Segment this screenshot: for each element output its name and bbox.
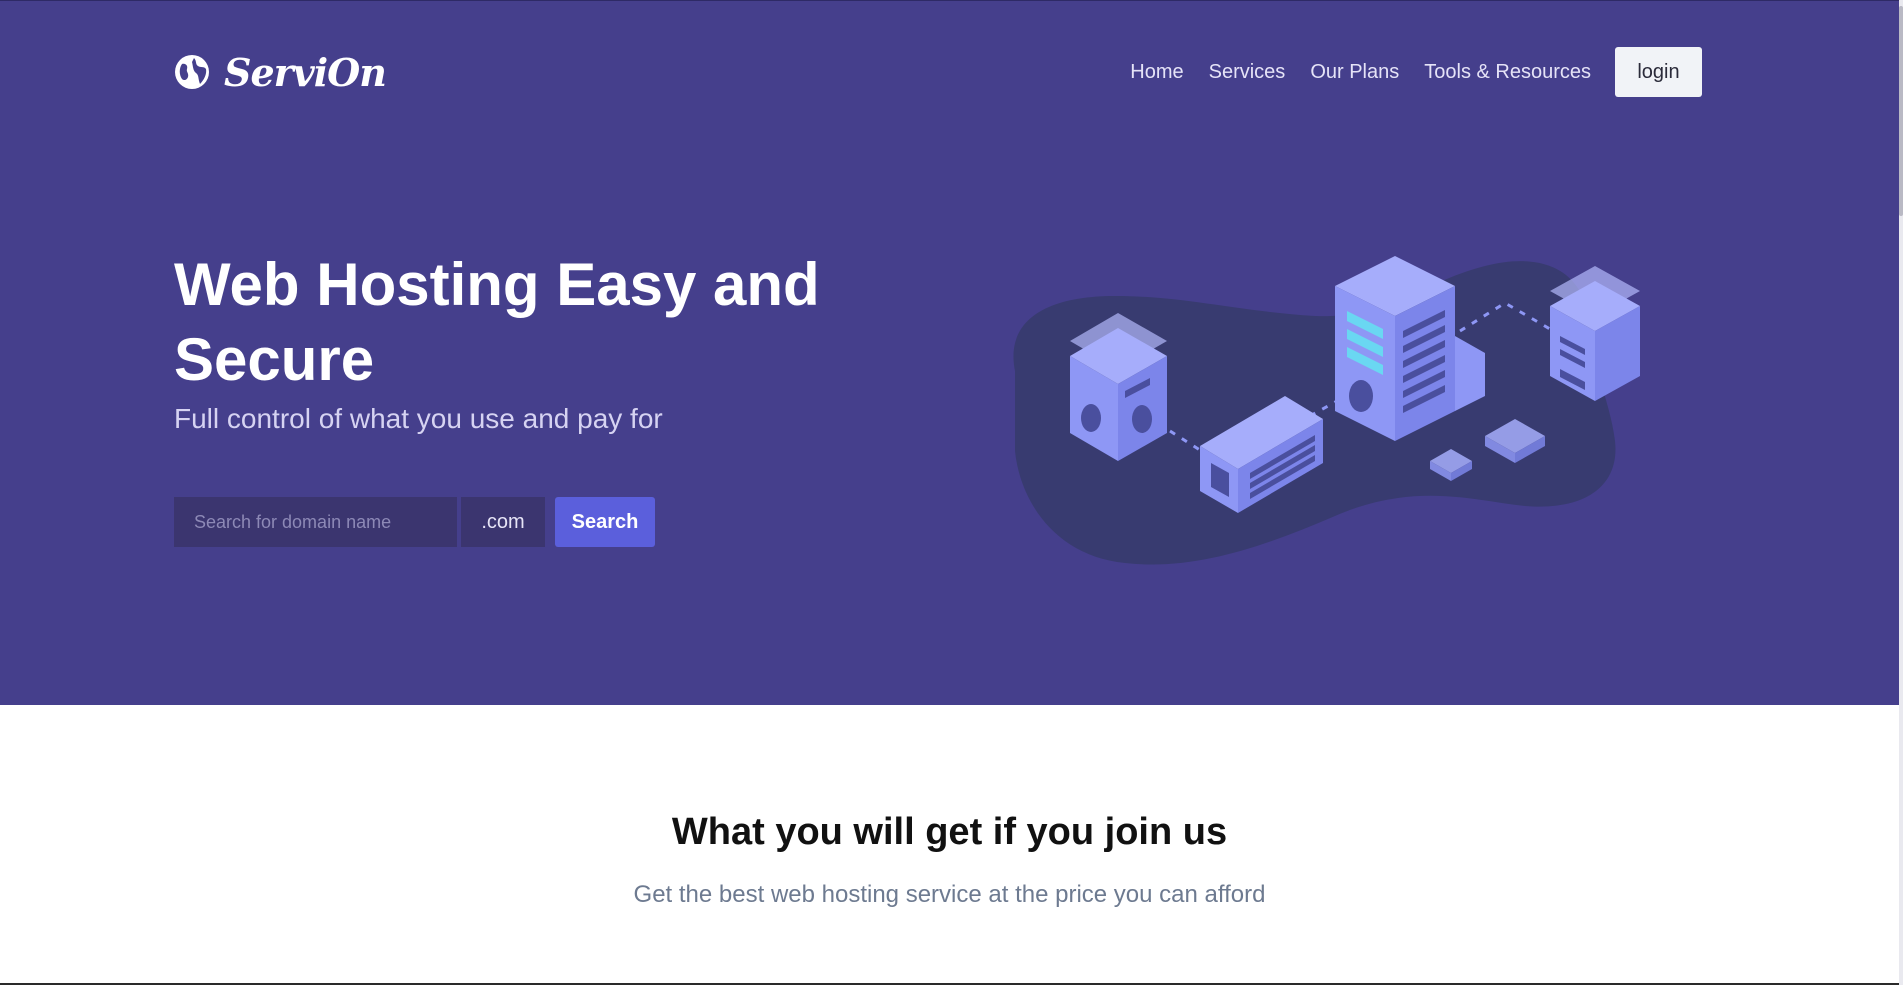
hero-section: ServiOn Home Services Our Plans Tools & … bbox=[0, 0, 1899, 705]
tld-selector[interactable]: .com bbox=[461, 497, 545, 547]
domain-search-input[interactable] bbox=[174, 497, 457, 547]
server-box-right bbox=[1550, 266, 1640, 401]
hero-subtitle: Full control of what you use and pay for bbox=[174, 403, 663, 434]
main-nav: Home Services Our Plans Tools & Resource… bbox=[1105, 47, 1702, 97]
nav-link-our-plans[interactable]: Our Plans bbox=[1310, 47, 1399, 97]
server-network-illustration bbox=[1013, 256, 1640, 565]
search-button[interactable]: Search bbox=[555, 497, 655, 547]
features-subtitle: Get the best web hosting service at the … bbox=[633, 881, 1266, 908]
page-scrollbar[interactable] bbox=[1899, 0, 1903, 985]
globe-icon bbox=[175, 55, 209, 89]
brand-logo[interactable]: ServiOn bbox=[174, 49, 387, 95]
login-button[interactable]: login bbox=[1615, 47, 1702, 97]
brand-name: ServiOn bbox=[224, 49, 387, 95]
hero-title: Web Hosting Easy and Secure bbox=[174, 251, 820, 393]
domain-search-form: .com Search bbox=[174, 497, 655, 547]
nav-link-services[interactable]: Services bbox=[1209, 47, 1286, 97]
nav-link-home[interactable]: Home bbox=[1130, 47, 1183, 97]
scrollbar-thumb[interactable] bbox=[1899, 6, 1903, 216]
server-box-left bbox=[1070, 313, 1167, 461]
features-title: What you will get if you join us bbox=[671, 811, 1228, 853]
nav-link-tools-resources[interactable]: Tools & Resources bbox=[1424, 47, 1591, 97]
